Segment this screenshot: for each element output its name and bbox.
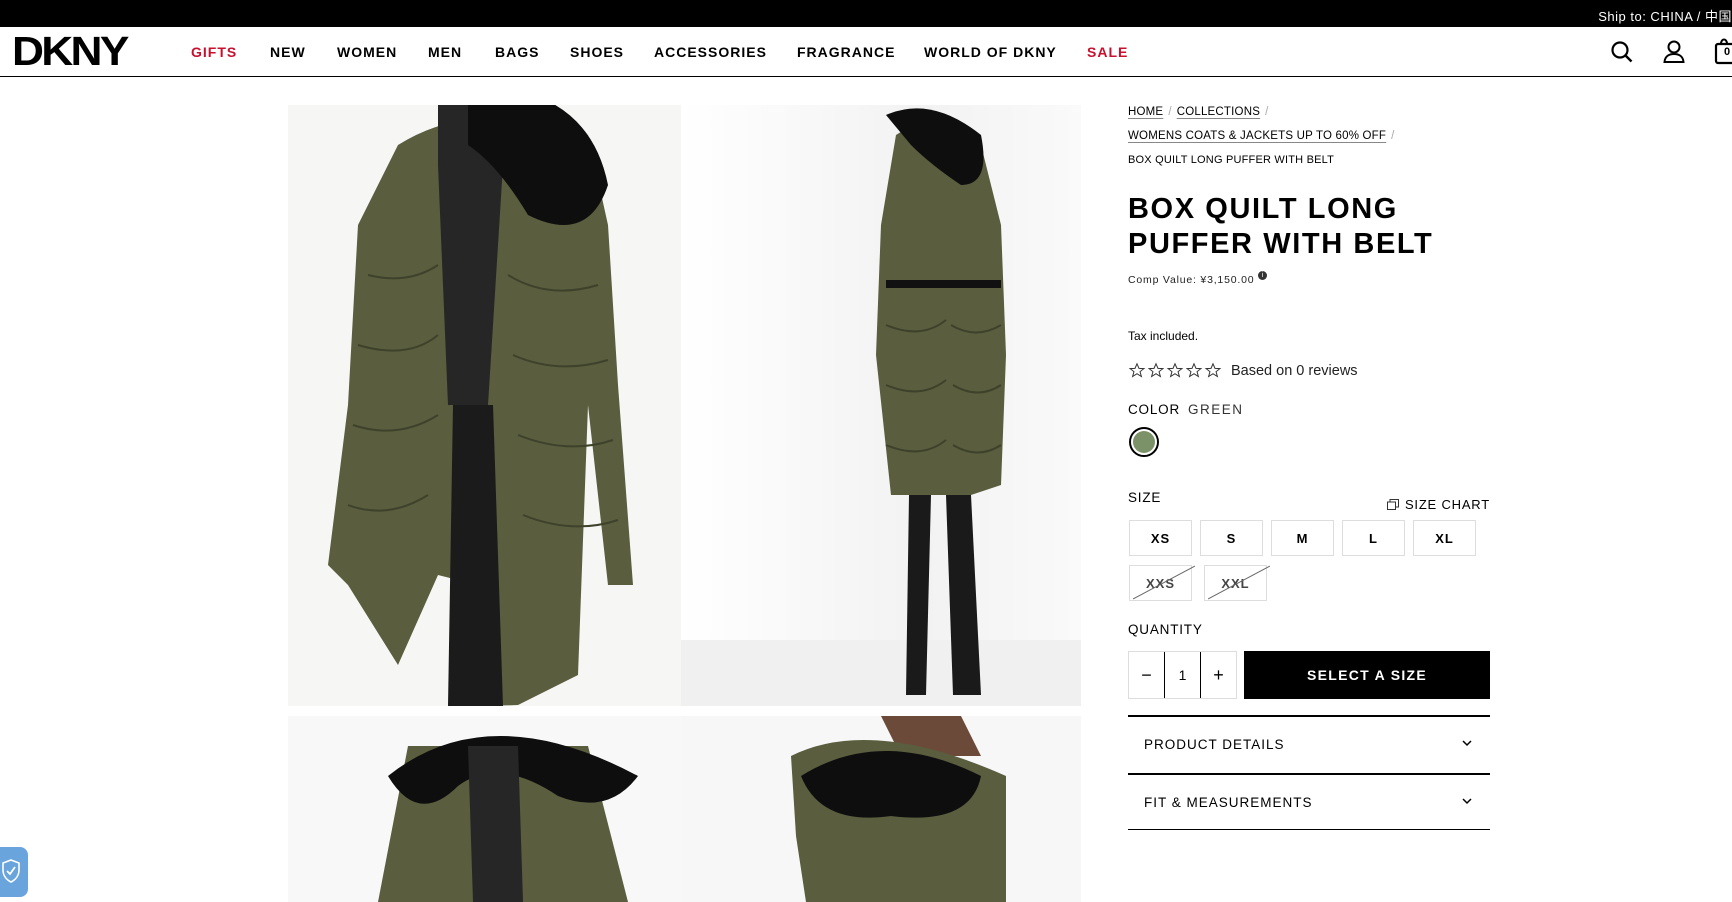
- nav-bags[interactable]: BAGS: [495, 44, 539, 60]
- accordion-label: FIT & MEASUREMENTS: [1144, 794, 1313, 810]
- cart-icon[interactable]: 0: [1713, 35, 1732, 65]
- dkny-logo[interactable]: DKNY: [12, 31, 129, 72]
- color-label: COLOR GREEN: [1128, 402, 1244, 417]
- star-icon: [1166, 362, 1184, 378]
- quantity-input[interactable]: 1: [1164, 652, 1201, 698]
- chevron-down-icon: [1462, 798, 1472, 805]
- nav-men[interactable]: MEN: [428, 44, 462, 60]
- size-m[interactable]: M: [1271, 520, 1334, 556]
- color-value: GREEN: [1188, 402, 1244, 417]
- chevron-down-icon: [1462, 740, 1472, 747]
- search-icon[interactable]: [1610, 39, 1634, 65]
- comp-value-text: Comp Value: ¥3,150.00: [1128, 274, 1255, 286]
- size-label: SIZE: [1128, 490, 1162, 505]
- star-icon: [1185, 362, 1203, 378]
- breadcrumb-separator: /: [1391, 130, 1395, 142]
- ship-to-selector[interactable]: Ship to: CHINA / 中国: [1598, 6, 1732, 25]
- comp-value: Comp Value: ¥3,150.00 i: [1128, 271, 1268, 286]
- quantity-stepper: − 1 +: [1128, 651, 1237, 699]
- color-swatch-green[interactable]: [1129, 427, 1159, 457]
- size-xs[interactable]: XS: [1129, 520, 1192, 556]
- quantity-decrease-button[interactable]: −: [1129, 652, 1164, 698]
- nav-world-of-dkny[interactable]: WORLD OF DKNY: [924, 44, 1057, 60]
- size-chart-label: SIZE CHART: [1404, 497, 1490, 512]
- trust-badge[interactable]: [0, 847, 28, 897]
- select-size-button[interactable]: SELECT A SIZE: [1244, 651, 1490, 699]
- nav-gifts[interactable]: GIFTS: [191, 44, 237, 60]
- top-bar: Ship to: CHINA / 中国: [0, 0, 1732, 27]
- product-image-belted[interactable]: [681, 105, 1081, 706]
- product-image-closeup[interactable]: [288, 716, 681, 902]
- size-xxl-unavailable[interactable]: XXL: [1204, 565, 1267, 601]
- accordion-label: PRODUCT DETAILS: [1144, 736, 1285, 752]
- breadcrumb-collections[interactable]: COLLECTIONS: [1177, 106, 1260, 118]
- accordion-fit-measurements[interactable]: FIT & MEASUREMENTS: [1128, 773, 1490, 829]
- shield-check-icon: [2, 859, 20, 883]
- accordion-product-details[interactable]: PRODUCT DETAILS: [1128, 715, 1490, 771]
- quantity-increase-button[interactable]: +: [1201, 652, 1236, 698]
- star-icon: [1147, 362, 1165, 378]
- breadcrumb-separator: /: [1265, 106, 1269, 118]
- nav-sale[interactable]: SALE: [1087, 44, 1128, 60]
- size-s[interactable]: S: [1200, 520, 1263, 556]
- swatch-fill: [1133, 431, 1155, 453]
- nav-shoes[interactable]: SHOES: [570, 44, 624, 60]
- size-xxs-unavailable[interactable]: XXS: [1129, 565, 1192, 601]
- product-title: BOX QUILT LONG PUFFER WITH BELT: [1128, 193, 1434, 260]
- breadcrumb-separator: /: [1168, 106, 1172, 118]
- nav-fragrance[interactable]: FRAGRANCE: [797, 44, 895, 60]
- size-chart-link[interactable]: SIZE CHART: [1386, 497, 1490, 512]
- star-icon: [1128, 362, 1146, 378]
- size-l[interactable]: L: [1342, 520, 1405, 556]
- quantity-label: QUANTITY: [1128, 622, 1203, 637]
- size-xl[interactable]: XL: [1413, 520, 1476, 556]
- rating-stars[interactable]: Based on 0 reviews: [1128, 362, 1358, 379]
- tax-note: Tax included.: [1128, 329, 1199, 343]
- account-icon[interactable]: [1662, 39, 1686, 65]
- accordion-divider: [1128, 829, 1490, 830]
- nav-accessories[interactable]: ACCESSORIES: [654, 44, 767, 60]
- reviews-count[interactable]: Based on 0 reviews: [1231, 363, 1358, 379]
- info-icon[interactable]: i: [1258, 271, 1268, 280]
- nav-new[interactable]: NEW: [270, 44, 306, 60]
- color-label-text: COLOR: [1128, 402, 1181, 417]
- nav-women[interactable]: WOMEN: [337, 44, 397, 60]
- breadcrumb-category[interactable]: WOMENS COATS & JACKETS UP TO 60% OFF: [1128, 130, 1386, 142]
- product-panel: HOME / COLLECTIONS / WOMENS COATS & JACKETS…: [1128, 100, 1490, 830]
- star-icon: [1204, 362, 1222, 378]
- product-image-back[interactable]: [681, 716, 1081, 902]
- breadcrumb: HOME / COLLECTIONS / WOMENS COATS & JACKETS…: [1128, 100, 1490, 172]
- cart-count: 0: [1724, 46, 1731, 58]
- site-header: DKNY GIFTS NEW WOMEN MEN BAGS SHOES ACCE…: [0, 27, 1732, 77]
- size-chart-icon: [1386, 499, 1399, 510]
- product-image-front[interactable]: [288, 105, 681, 706]
- breadcrumb-home[interactable]: HOME: [1128, 106, 1163, 118]
- breadcrumb-current: BOX QUILT LONG PUFFER WITH BELT: [1128, 154, 1335, 166]
